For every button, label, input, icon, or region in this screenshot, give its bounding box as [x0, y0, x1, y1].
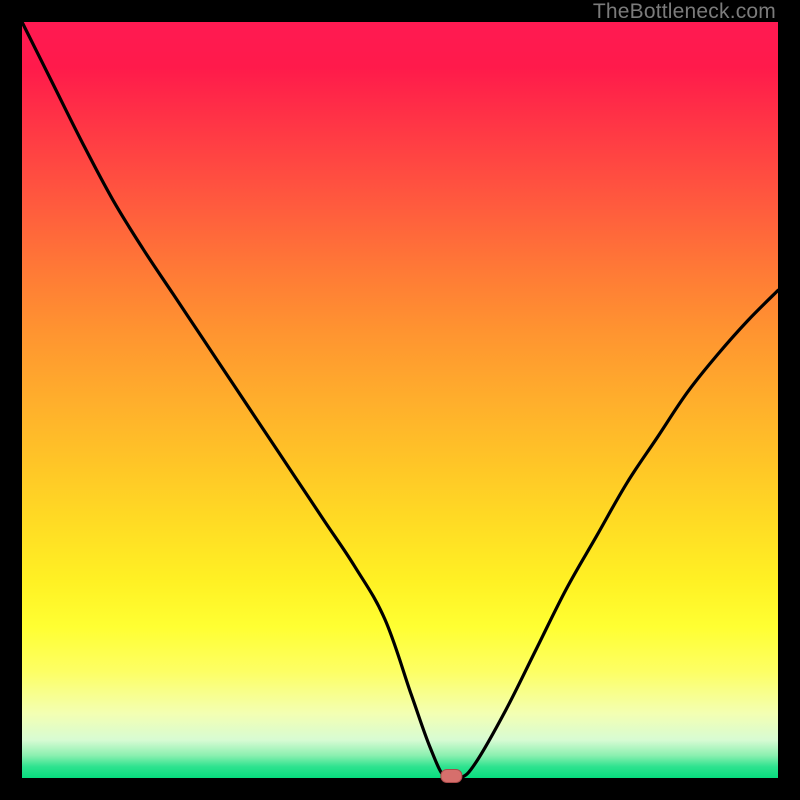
- chart-frame: TheBottleneck.com: [0, 0, 800, 800]
- optimum-marker: [441, 770, 462, 783]
- bottleneck-curve-path: [22, 22, 778, 781]
- watermark-text: TheBottleneck.com: [593, 0, 776, 24]
- bottleneck-curve-svg: [22, 22, 778, 778]
- plot-area: [22, 22, 778, 778]
